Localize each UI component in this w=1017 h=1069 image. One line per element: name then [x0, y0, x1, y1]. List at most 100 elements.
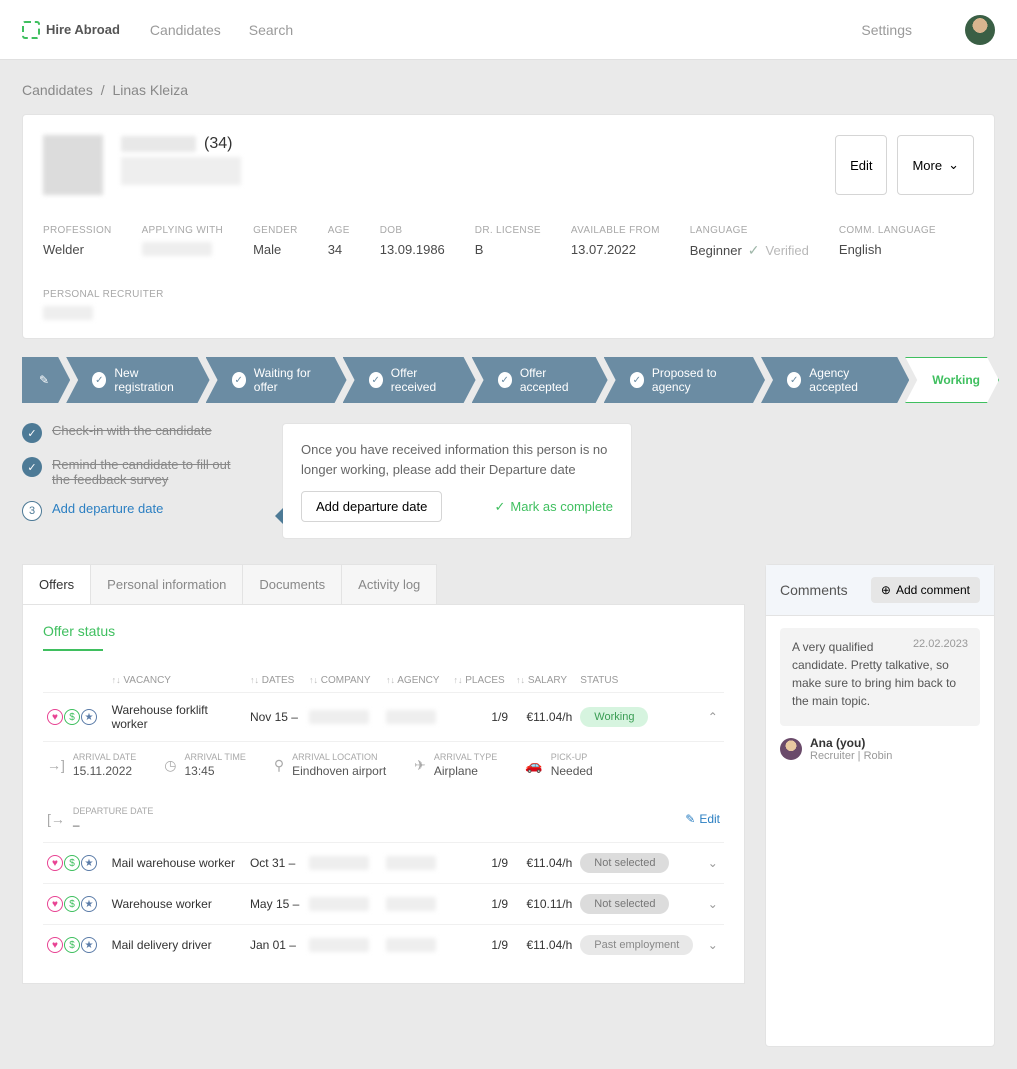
cell-vacancy: Warehouse worker	[108, 884, 246, 925]
meta-label: GENDER	[253, 225, 298, 236]
redacted	[43, 306, 93, 320]
star-icon: ★	[81, 855, 97, 871]
pipeline-step[interactable]: ✓ Proposed to agency	[604, 357, 765, 403]
nav-settings[interactable]: Settings	[861, 22, 912, 38]
tab-personal[interactable]: Personal information	[90, 564, 243, 604]
status-badge: Past employment	[580, 935, 693, 955]
row-icons: ♥$★	[47, 855, 97, 871]
mark-complete-link[interactable]: ✓Mark as complete	[495, 499, 614, 515]
breadcrumb-root[interactable]: Candidates	[22, 82, 93, 98]
callout-text: Once you have received information this …	[301, 440, 613, 479]
add-departure-button[interactable]: Add departure date	[301, 491, 442, 522]
pencil-icon: ✎	[685, 812, 695, 826]
task-item[interactable]: Check-in with the candidate	[22, 423, 252, 443]
task-item[interactable]: Remind the candidate to fill out the fee…	[22, 457, 252, 487]
sort-icon[interactable]: ↑↓	[309, 675, 318, 685]
cell-dates: Jan 01 –	[246, 925, 305, 966]
status-badge: Working	[580, 707, 648, 727]
cell-places: 1/9	[449, 843, 512, 884]
th: AGENCY	[397, 675, 439, 686]
redacted	[386, 938, 436, 952]
pipeline-step[interactable]: ✓Waiting for offer	[206, 357, 347, 403]
row-icons: ♥$★	[47, 937, 97, 953]
pipeline-step[interactable]: ✓Offer received	[343, 357, 476, 403]
cell-vacancy: Warehouse forklift worker	[108, 693, 246, 742]
tab-documents[interactable]: Documents	[242, 564, 342, 604]
chevron-down-icon[interactable]: ⌄	[708, 856, 718, 870]
check-icon: ✓	[630, 372, 644, 388]
table-row[interactable]: ♥$★ Warehouse forklift worker Nov 15 – 1…	[43, 693, 724, 742]
pipeline-edit[interactable]: ✎	[22, 357, 70, 403]
pipeline-step-active[interactable]: Working	[905, 357, 999, 403]
check-icon: ✓	[787, 372, 801, 388]
tasks-list: Check-in with the candidate Remind the c…	[22, 423, 252, 535]
tab-body: Offer status ↑↓ VACANCY ↑↓ DATES ↑↓ COMP…	[22, 605, 745, 984]
more-label: More	[912, 158, 942, 173]
pipeline-step[interactable]: ✓New registration	[66, 357, 209, 403]
nav-candidates[interactable]: Candidates	[150, 22, 221, 38]
cell-dates: May 15 –	[246, 884, 305, 925]
sort-icon[interactable]: ↑↓	[453, 675, 462, 685]
plane-icon: ✈	[414, 757, 426, 774]
meta-label: PROFESSION	[43, 225, 112, 236]
meta-value: Welder	[43, 242, 112, 257]
pipeline: ✎ ✓New registration ✓Waiting for offer ✓…	[22, 357, 995, 403]
check-icon: ✓	[92, 372, 106, 388]
chevron-down-icon[interactable]: ⌄	[708, 897, 718, 911]
table-row[interactable]: ♥$★ Mail warehouse worker Oct 31 – 1/9 €…	[43, 843, 724, 884]
star-icon: ★	[81, 709, 97, 725]
edit-button[interactable]: Edit	[835, 135, 887, 195]
author-avatar	[780, 738, 802, 760]
meta-value: B	[475, 242, 541, 257]
step-label: Proposed to agency	[652, 366, 747, 394]
tab-activity[interactable]: Activity log	[341, 564, 437, 604]
logo-icon	[22, 21, 40, 39]
user-avatar[interactable]	[965, 15, 995, 45]
cell-salary: €11.04/h	[512, 843, 576, 884]
step-label: Agency accepted	[809, 366, 891, 394]
cell-salary: €11.04/h	[512, 693, 576, 742]
meta-value: Beginner	[690, 243, 742, 258]
sort-icon[interactable]: ↑↓	[112, 675, 121, 685]
nav-search[interactable]: Search	[249, 22, 293, 38]
arrival-date-icon: →]	[47, 757, 65, 773]
th: STATUS	[580, 675, 618, 686]
dollar-icon: $	[64, 709, 80, 725]
add-comment-button[interactable]: ⊕Add comment	[871, 577, 980, 603]
th: VACANCY	[123, 675, 171, 686]
redacted	[309, 710, 369, 724]
meta-value: 34	[328, 242, 350, 257]
edit-detail-link[interactable]: ✎Edit	[685, 812, 720, 826]
location-icon: ⚲	[274, 757, 284, 774]
cell-salary: €11.04/h	[512, 925, 576, 966]
chevron-down-icon[interactable]: ⌄	[708, 938, 718, 952]
cell-vacancy: Mail warehouse worker	[108, 843, 246, 884]
sort-icon[interactable]: ↑↓	[386, 675, 395, 685]
cell-dates: Oct 31 –	[246, 843, 305, 884]
chevron-up-icon[interactable]: ⌃	[708, 710, 718, 724]
more-button[interactable]: More ⌄	[897, 135, 974, 195]
redacted	[386, 856, 436, 870]
comment-date: 22.02.2023	[913, 638, 968, 650]
pipeline-step[interactable]: ✓Offer accepted	[472, 357, 608, 403]
meta-label: DOB	[380, 225, 445, 236]
table-row[interactable]: ♥$★ Warehouse worker May 15 – 1/9 €10.11…	[43, 884, 724, 925]
step-label: Offer accepted	[520, 366, 590, 394]
meta-label: COMM. LANGUAGE	[839, 225, 936, 236]
tabs: Offers Personal information Documents Ac…	[22, 564, 745, 605]
sort-icon[interactable]: ↑↓	[516, 675, 525, 685]
pipeline-step[interactable]: ✓ Agency accepted	[761, 357, 909, 403]
cell-places: 1/9	[449, 884, 512, 925]
table-row[interactable]: ♥$★ Mail delivery driver Jan 01 – 1/9 €1…	[43, 925, 724, 966]
logo[interactable]: Hire Abroad	[22, 21, 120, 39]
heart-icon: ♥	[47, 709, 63, 725]
tab-offers[interactable]: Offers	[22, 564, 91, 604]
th: PLACES	[465, 675, 504, 686]
task-item-current[interactable]: 3Add departure date	[22, 501, 252, 521]
heart-icon: ♥	[47, 896, 63, 912]
sort-icon[interactable]: ↑↓	[250, 675, 259, 685]
callout: Once you have received information this …	[282, 423, 632, 539]
pencil-icon: ✎	[39, 373, 49, 387]
brand-text: Hire Abroad	[46, 22, 120, 37]
departure-icon: [→	[47, 811, 65, 827]
